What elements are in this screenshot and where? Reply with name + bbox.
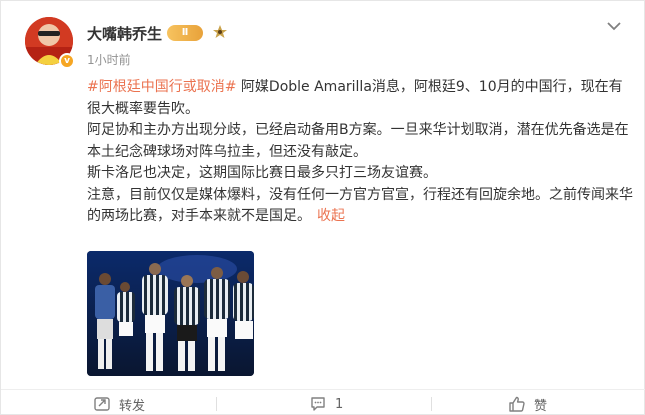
paragraph-2: 阿足协和主办方出现分歧，已经启动备用B方案。一旦来华计划取消，潜在优先备选是在本… bbox=[87, 122, 629, 160]
paragraph-1: #阿根廷中国行或取消# 阿媒Doble Amarilla消息，阿根廷9、10月的… bbox=[87, 77, 633, 120]
collapse-link[interactable]: 收起 bbox=[317, 208, 345, 224]
comment-button[interactable]: 1 bbox=[309, 393, 343, 415]
action-separator bbox=[216, 397, 217, 411]
like-button[interactable]: 赞 bbox=[508, 393, 547, 415]
repost-label: 转发 bbox=[119, 398, 146, 414]
repost-button[interactable]: 转发 bbox=[93, 393, 145, 415]
hashtag-link[interactable]: #阿根廷中国行或取消# bbox=[87, 79, 236, 95]
like-label: 赞 bbox=[534, 398, 548, 414]
post-time[interactable]: 1小时前 bbox=[87, 51, 131, 68]
vip-level: Ⅱ bbox=[181, 27, 189, 38]
vip-badge[interactable]: Ⅱ bbox=[167, 25, 203, 41]
paragraph-4: 注意，目前仅仅是媒体爆料，没有任何一方官方官宣，行程还有回旋余地。之前传闻来华的… bbox=[87, 185, 633, 228]
repost-icon bbox=[94, 397, 110, 411]
username[interactable]: 大嘴韩乔生 bbox=[87, 23, 162, 44]
fan-icon[interactable] bbox=[211, 23, 229, 41]
like-icon bbox=[509, 396, 525, 412]
comment-icon bbox=[311, 397, 325, 411]
verified-badge: v bbox=[59, 53, 75, 69]
paragraph-4-text: 注意，目前仅仅是媒体爆料，没有任何一方官方官宣，行程还有回旋余地。之前传闻来华的… bbox=[87, 186, 633, 225]
post-photo[interactable] bbox=[87, 251, 254, 376]
action-separator bbox=[431, 397, 432, 411]
comment-count: 1 bbox=[335, 396, 344, 412]
actions-divider bbox=[1, 389, 645, 390]
post-content: #阿根廷中国行或取消# 阿媒Doble Amarilla消息，阿根廷9、10月的… bbox=[87, 77, 633, 228]
chevron-down-icon[interactable] bbox=[607, 21, 621, 31]
paragraph-3: 斯卡洛尼也决定，这期国际比赛日最多只打三场友谊赛。 bbox=[87, 165, 437, 181]
weibo-post-card: v 大嘴韩乔生 Ⅱ 1小时前 #阿根廷中国行或取消# 阿媒Doble Amari… bbox=[0, 0, 645, 415]
